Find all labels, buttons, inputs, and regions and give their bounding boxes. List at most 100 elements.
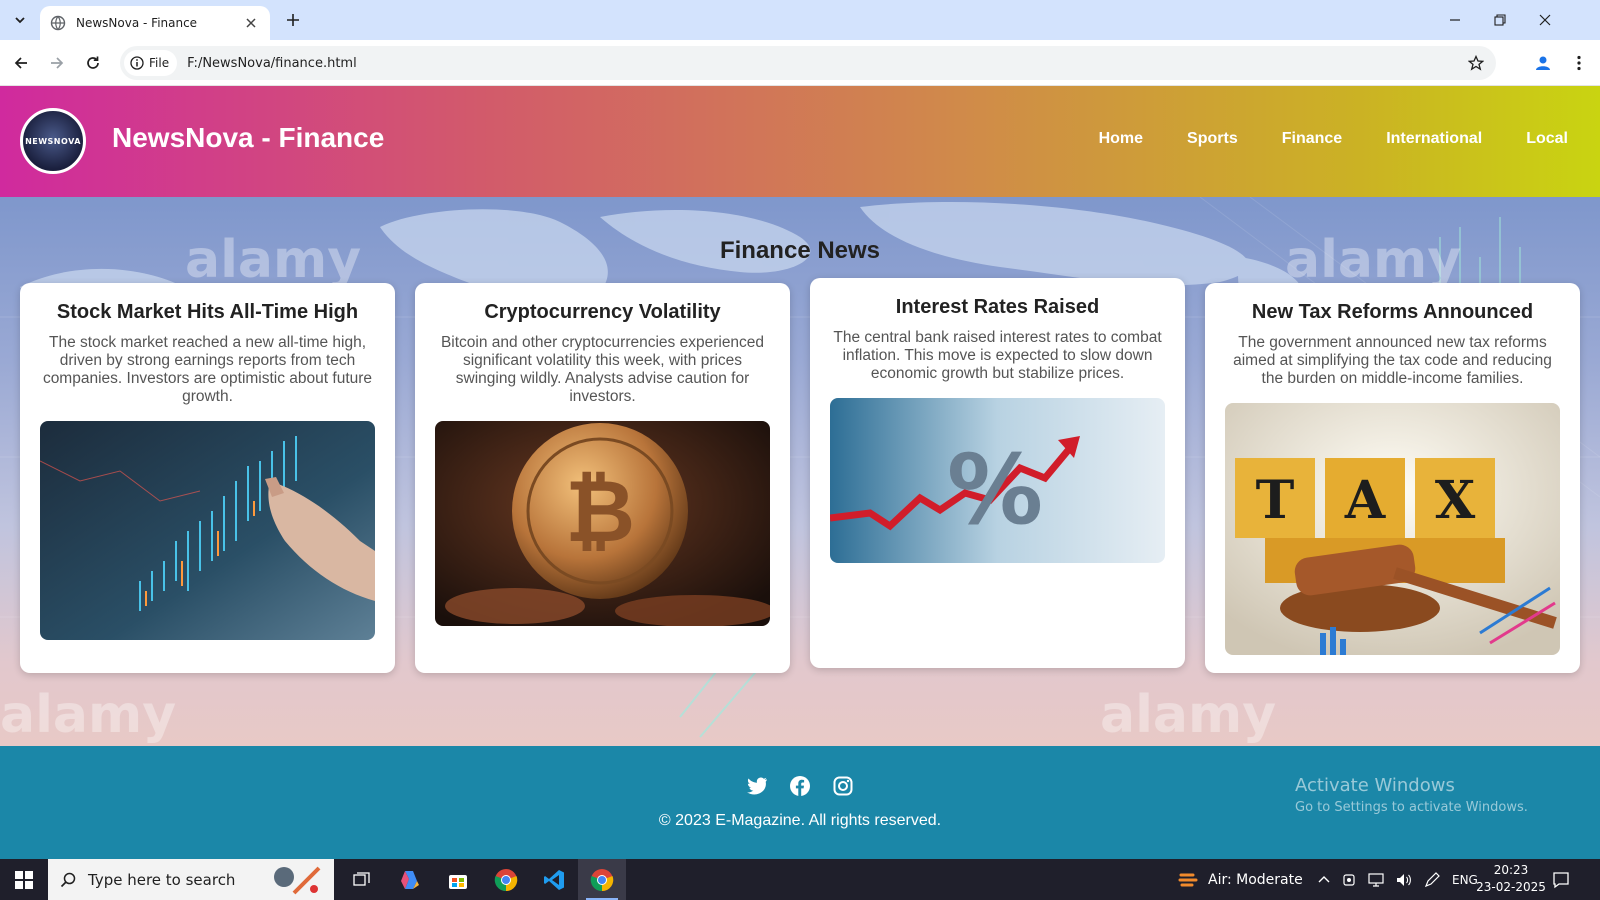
- svg-text:T: T: [1256, 470, 1295, 531]
- start-button[interactable]: [0, 859, 48, 900]
- svg-text:%: %: [947, 434, 1043, 546]
- notification-center-button[interactable]: [1552, 859, 1570, 900]
- chrome-icon: [494, 868, 518, 891]
- clock-date: 23-02-2025: [1476, 880, 1546, 894]
- search-icon: [60, 872, 76, 887]
- card-title: Stock Market Hits All-Time High: [56, 301, 359, 323]
- nav-home[interactable]: Home: [1099, 130, 1143, 148]
- card-body: The stock market reached a new all-time …: [42, 334, 373, 405]
- nav-international[interactable]: International: [1386, 130, 1482, 148]
- tax-gavel-image: T A X: [1225, 403, 1560, 655]
- notification-icon: [1553, 871, 1569, 888]
- globe-icon: [50, 15, 66, 31]
- news-card-stock-market[interactable]: Stock Market Hits All-Time High The stoc…: [20, 283, 395, 673]
- chrome-app-active[interactable]: [578, 859, 626, 900]
- language-indicator[interactable]: ENG: [1452, 873, 1478, 887]
- card-title: Cryptocurrency Volatility: [484, 301, 721, 323]
- minimize-button[interactable]: [1441, 6, 1469, 34]
- more-vertical-icon: [1577, 55, 1581, 71]
- windows-taskbar: Type here to search Air: Moderate ENG 20…: [0, 859, 1600, 900]
- site-info-chip[interactable]: File: [124, 50, 178, 76]
- close-window-button[interactable]: [1531, 6, 1559, 34]
- nav-local[interactable]: Local: [1526, 130, 1568, 148]
- site-title: NewsNova - Finance: [112, 122, 385, 153]
- arrow-left-icon: [14, 57, 27, 69]
- card-body: The central bank raised interest rates t…: [833, 329, 1162, 382]
- system-tray: ENG: [1318, 859, 1478, 900]
- cricket-highlight-icon: [274, 866, 321, 894]
- svg-text:alamy: alamy: [0, 685, 176, 745]
- main-nav: Home Sports Finance International Local: [1099, 130, 1568, 148]
- pen-icon[interactable]: [1424, 871, 1440, 888]
- taskbar-clock[interactable]: 20:23 23-02-2025: [1476, 862, 1546, 896]
- facebook-icon[interactable]: [788, 774, 812, 798]
- taskbar-search-box[interactable]: Type here to search: [48, 859, 334, 900]
- info-icon: [130, 56, 144, 70]
- weather-widget[interactable]: Air: Moderate: [1178, 859, 1303, 900]
- tab-title: NewsNova - Finance: [76, 16, 198, 30]
- bookmark-star-icon[interactable]: [1468, 55, 1484, 71]
- close-tab-icon[interactable]: [242, 14, 260, 32]
- news-card-interest-rates[interactable]: Interest Rates Raised The central bank r…: [810, 278, 1185, 668]
- new-tab-button[interactable]: [282, 9, 304, 31]
- card-title: New Tax Reforms Announced: [1251, 301, 1534, 323]
- clock-time: 20:23: [1493, 863, 1529, 877]
- stock-chart-touch-image: [40, 421, 375, 640]
- chevron-down-icon: [15, 17, 25, 24]
- instagram-icon[interactable]: [831, 774, 855, 798]
- copilot-icon: [401, 870, 419, 889]
- profile-avatar-icon: [1536, 56, 1550, 70]
- task-view-icon: [353, 871, 370, 886]
- weather-text: Air: Moderate: [1208, 871, 1303, 888]
- reload-icon: [87, 56, 99, 69]
- restore-icon: [1494, 14, 1506, 26]
- finance-news-section: alamy alamy alamy alamy Finance News Sto…: [0, 197, 1600, 746]
- section-title: Finance News: [719, 237, 881, 264]
- network-icon[interactable]: [1368, 872, 1384, 887]
- meet-now-icon[interactable]: [1342, 873, 1356, 887]
- svg-text:A: A: [1344, 470, 1386, 531]
- back-button[interactable]: [8, 50, 34, 76]
- arrow-right-icon: [51, 57, 64, 69]
- newsnova-logo[interactable]: NEWSNOVA: [20, 108, 86, 174]
- site-header: NEWSNOVA NewsNova - Finance Home Sports …: [0, 86, 1600, 197]
- percent-arrow-image: %: [830, 398, 1165, 563]
- search-placeholder: Type here to search: [88, 870, 236, 889]
- address-bar[interactable]: File F:/NewsNova/finance.html: [120, 46, 1496, 80]
- twitter-icon[interactable]: [745, 774, 769, 798]
- nav-sports[interactable]: Sports: [1187, 130, 1238, 148]
- task-view-button[interactable]: [338, 859, 386, 900]
- url-text[interactable]: F:/NewsNova/finance.html: [187, 56, 1468, 71]
- close-icon: [1539, 14, 1551, 26]
- nav-finance[interactable]: Finance: [1282, 130, 1342, 148]
- browser-toolbar: File F:/NewsNova/finance.html: [0, 40, 1600, 86]
- speaker-icon[interactable]: [1396, 873, 1412, 887]
- store-icon: [449, 874, 467, 889]
- card-body: The government announced new tax reforms…: [1233, 334, 1552, 387]
- tab-search-dropdown[interactable]: [8, 8, 32, 32]
- activate-windows-watermark: Activate Windows Go to Settings to activ…: [1295, 775, 1528, 815]
- plus-icon: [287, 14, 299, 26]
- chrome-app[interactable]: [482, 859, 530, 900]
- forward-button[interactable]: [44, 50, 70, 76]
- web-page: NEWSNOVA NewsNova - Finance Home Sports …: [0, 86, 1600, 859]
- vscode-icon: [544, 869, 564, 890]
- browser-tab-active[interactable]: NewsNova - Finance: [40, 6, 270, 40]
- svg-text:alamy: alamy: [1100, 685, 1276, 745]
- chrome-icon: [590, 868, 614, 891]
- chevron-up-icon[interactable]: [1318, 874, 1330, 886]
- microsoft-store-app[interactable]: [434, 859, 482, 900]
- restore-button[interactable]: [1486, 6, 1514, 34]
- copilot-app[interactable]: [386, 859, 434, 900]
- bitcoin-coin-image: ₿: [435, 421, 770, 626]
- air-quality-icon: [1178, 873, 1198, 886]
- card-body: Bitcoin and other cryptocurrencies exper…: [440, 334, 765, 405]
- reload-button[interactable]: [80, 50, 106, 76]
- site-chip-label: File: [149, 56, 170, 70]
- news-card-cryptocurrency[interactable]: Cryptocurrency Volatility Bitcoin and ot…: [415, 283, 790, 673]
- svg-text:X: X: [1435, 470, 1476, 531]
- vscode-app[interactable]: [530, 859, 578, 900]
- profile-button[interactable]: [1530, 50, 1556, 76]
- browser-menu-button[interactable]: [1566, 50, 1592, 76]
- news-card-tax-reforms[interactable]: New Tax Reforms Announced The government…: [1205, 283, 1580, 673]
